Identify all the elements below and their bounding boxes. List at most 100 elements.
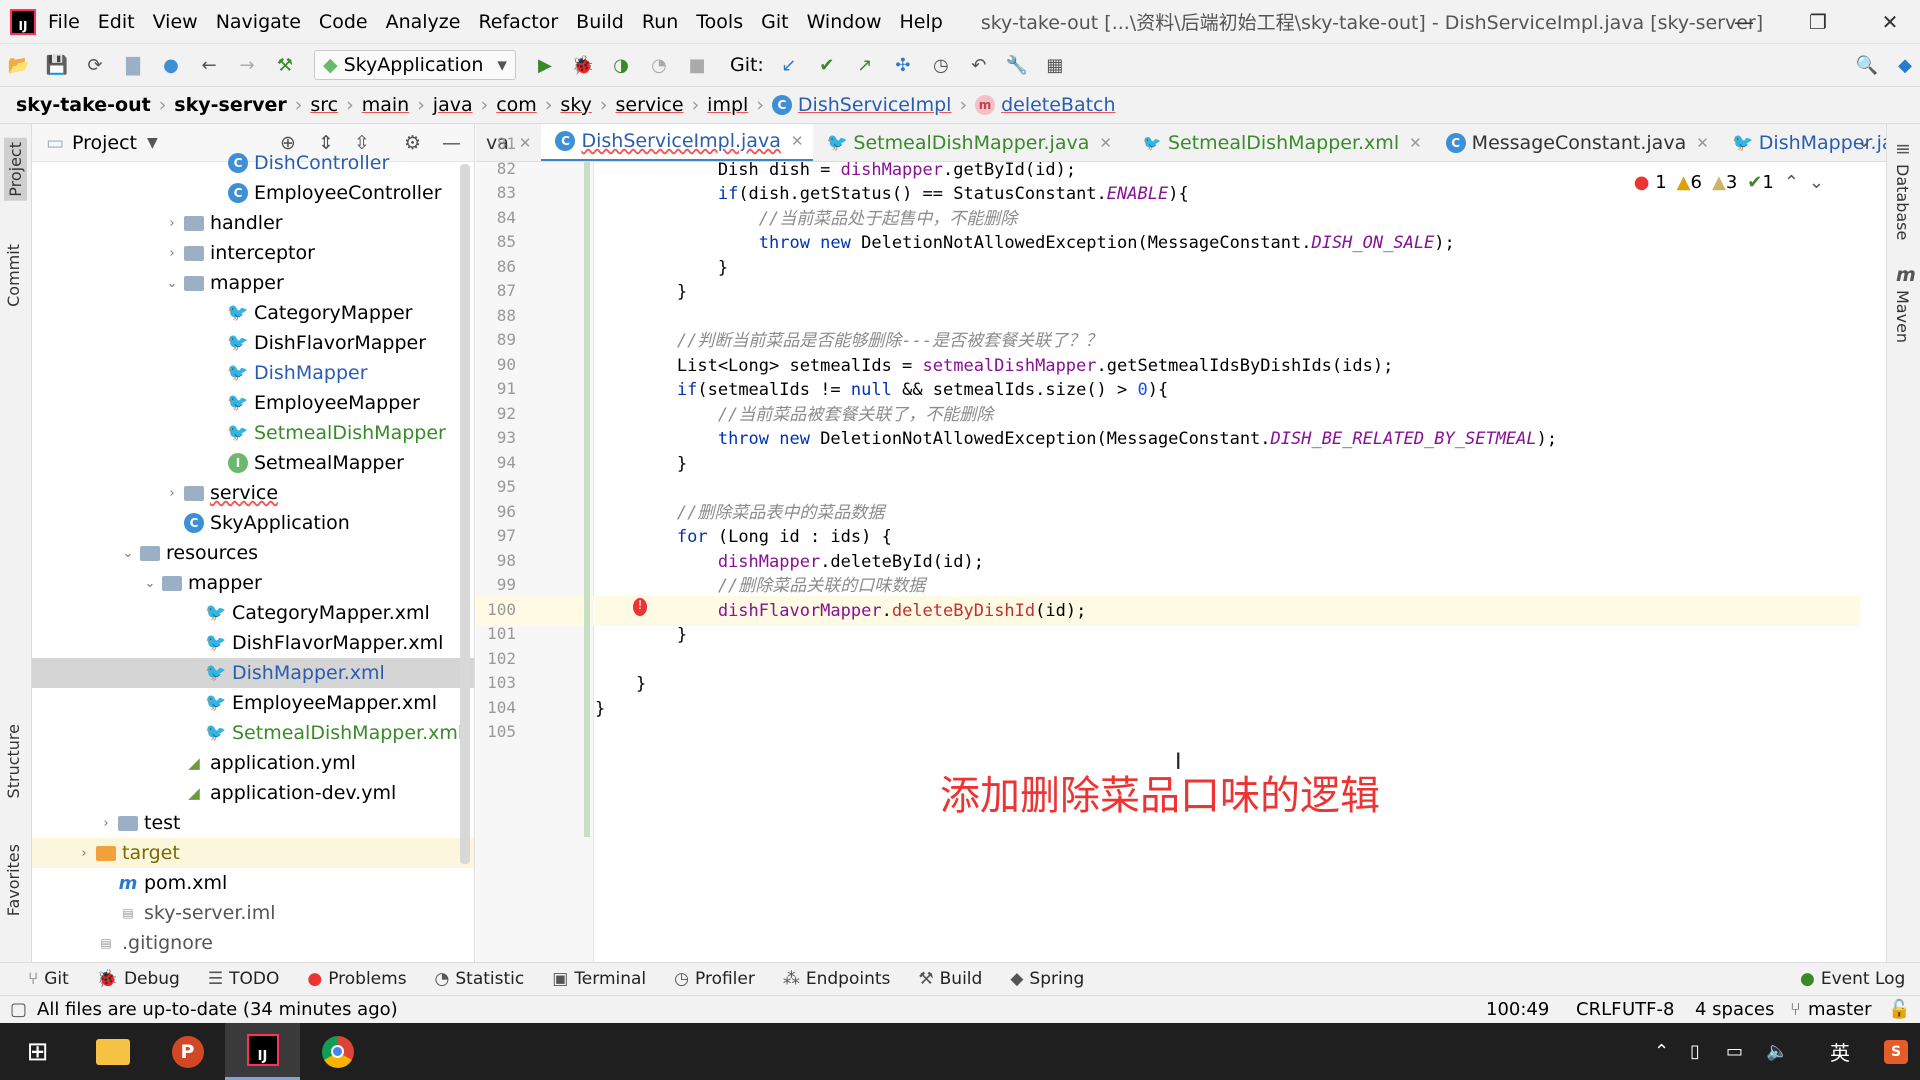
- chrome-icon[interactable]: [300, 1023, 375, 1080]
- tab-structure[interactable]: Structure: [4, 724, 23, 798]
- maven-icon[interactable]: m: [1896, 264, 1916, 286]
- expand-arrow-icon[interactable]: ›: [164, 246, 180, 261]
- menu-refactor[interactable]: Refactor: [478, 11, 558, 33]
- tree-item[interactable]: ⌄ mapper: [32, 568, 474, 598]
- close-tab-icon[interactable]: ✕: [1696, 134, 1709, 152]
- tab-spring[interactable]: ◆ Spring: [1010, 969, 1084, 989]
- tree-item[interactable]: ◢ application-dev.yml: [32, 778, 474, 808]
- tab-maven[interactable]: Maven: [1893, 290, 1912, 343]
- expand-arrow-icon[interactable]: ›: [76, 846, 92, 861]
- tree-item[interactable]: 🐦 CategoryMapper: [32, 298, 474, 328]
- tab-terminal[interactable]: ▣ Terminal: [552, 969, 646, 989]
- menu-analyze[interactable]: Analyze: [386, 11, 461, 33]
- tree-item[interactable]: C DishController: [32, 148, 474, 178]
- run-configuration-select[interactable]: ◆ SkyApplication ▾: [314, 50, 516, 80]
- tree-item[interactable]: 🐦 DishMapper: [32, 358, 474, 388]
- tree-item[interactable]: › target: [32, 838, 474, 868]
- tree-item[interactable]: 🐦 EmployeeMapper.xml: [32, 688, 474, 718]
- menu-git[interactable]: Git: [761, 11, 788, 33]
- tree-item[interactable]: 🐦 EmployeeMapper: [32, 388, 474, 418]
- tree-item[interactable]: C SkyApplication: [32, 508, 474, 538]
- history-icon[interactable]: ◷: [927, 51, 955, 79]
- build-hammer-icon[interactable]: ⚒: [271, 51, 299, 79]
- tree-item[interactable]: 🐦 DishFlavorMapper.xml: [32, 628, 474, 658]
- menu-run[interactable]: Run: [642, 11, 678, 33]
- close-tab-icon[interactable]: ✕: [1409, 134, 1422, 152]
- menu-navigate[interactable]: Navigate: [216, 11, 301, 33]
- breadcrumb-item[interactable]: impl: [707, 94, 748, 116]
- tree-item[interactable]: m pom.xml: [32, 868, 474, 898]
- menu-view[interactable]: View: [153, 11, 198, 33]
- project-scrollbar[interactable]: [460, 164, 470, 864]
- breadcrumb-item[interactable]: sky: [560, 94, 591, 116]
- run-icon[interactable]: ▶: [531, 51, 559, 79]
- expand-arrow-icon[interactable]: ›: [164, 486, 180, 501]
- tab-git[interactable]: ⑂ Git: [28, 969, 69, 989]
- expand-arrow-icon[interactable]: ⌄: [164, 276, 180, 291]
- close-tab-icon[interactable]: ✕: [791, 132, 804, 150]
- tree-item[interactable]: › test: [32, 808, 474, 838]
- tab-debug[interactable]: 🐞 Debug: [97, 969, 180, 989]
- editor-tab[interactable]: C MessageConstant.java ✕: [1432, 124, 1719, 161]
- close-button[interactable]: ✕: [1860, 0, 1920, 43]
- intellij-taskbar-icon[interactable]: IJ: [225, 1023, 300, 1080]
- git-branch[interactable]: master: [1808, 999, 1871, 1020]
- menu-edit[interactable]: Edit: [98, 11, 135, 33]
- caret-position[interactable]: 100:49: [1486, 999, 1549, 1020]
- tree-item[interactable]: ⌄ mapper: [32, 268, 474, 298]
- editor-tab[interactable]: 🐦 SetmealDishMapper.xml ✕: [1122, 124, 1432, 161]
- tab-problems[interactable]: ● Problems: [307, 969, 406, 989]
- breadcrumb-item[interactable]: m deleteBatch: [975, 94, 1116, 116]
- tab-favorites[interactable]: Favorites: [4, 844, 23, 916]
- tab-build[interactable]: ⚒ Build: [918, 969, 982, 989]
- tree-item[interactable]: 🐦 SetmealDishMapper: [32, 418, 474, 448]
- powerpoint-icon[interactable]: P: [150, 1023, 225, 1080]
- close-tab-icon[interactable]: ✕: [1099, 134, 1112, 152]
- editor-tab[interactable]: C DishServiceImpl.java ✕: [541, 124, 814, 161]
- open-folder-icon[interactable]: 📂: [5, 51, 33, 79]
- expand-arrow-icon[interactable]: ⌄: [142, 576, 158, 591]
- breadcrumb-item[interactable]: java: [433, 94, 473, 116]
- tab-statistic[interactable]: ◔ Statistic: [435, 969, 525, 989]
- sync-icon[interactable]: ⟳: [81, 51, 109, 79]
- menu-file[interactable]: File: [48, 11, 80, 33]
- expand-arrow-icon[interactable]: ⌄: [120, 546, 136, 561]
- coverage-icon[interactable]: ◑: [607, 51, 635, 79]
- debug-icon[interactable]: 🐞: [569, 51, 597, 79]
- indent-setting[interactable]: 4 spaces: [1695, 999, 1774, 1020]
- breadcrumb-item[interactable]: C DishServiceImpl: [771, 94, 951, 116]
- event-log-tab[interactable]: ● Event Log: [1800, 969, 1905, 989]
- git-commit-icon[interactable]: ✔: [813, 51, 841, 79]
- file-encoding[interactable]: UTF-8: [1622, 999, 1674, 1020]
- menu-code[interactable]: Code: [319, 11, 368, 33]
- tree-item[interactable]: 🐦 DishFlavorMapper: [32, 328, 474, 358]
- tree-item[interactable]: 🐦 CategoryMapper.xml: [32, 598, 474, 628]
- tree-item[interactable]: › service: [32, 478, 474, 508]
- code-editor[interactable]: ● 1 ▲6 ▲3 ✔1 ⌃ ⌄ for (Long id : ids) { D…: [595, 162, 1860, 962]
- lock-icon[interactable]: 🔓: [1888, 999, 1910, 1020]
- line-separator[interactable]: CRLF: [1576, 999, 1621, 1020]
- class-icon[interactable]: ●: [157, 51, 185, 79]
- tray-battery-icon[interactable]: ▯: [1690, 1041, 1700, 1062]
- tree-item[interactable]: I SetmealMapper: [32, 448, 474, 478]
- breadcrumb-item[interactable]: sky-server: [174, 94, 286, 116]
- breadcrumb-item[interactable]: com: [496, 94, 537, 116]
- minimize-button[interactable]: —: [1714, 0, 1774, 43]
- notification-icon[interactable]: S: [1884, 1039, 1908, 1064]
- ime-indicator[interactable]: 英: [1830, 1037, 1850, 1066]
- tab-database[interactable]: Database: [1893, 164, 1912, 240]
- tree-item[interactable]: › interceptor: [32, 238, 474, 268]
- close-tab-icon[interactable]: ✕: [519, 134, 532, 152]
- editor-tab[interactable]: 🐦 SetmealDishMapper.java ✕: [813, 124, 1122, 161]
- git-push-icon[interactable]: ↗: [851, 51, 879, 79]
- tab-project[interactable]: Project: [4, 138, 27, 201]
- tree-item[interactable]: ▤ .gitignore: [32, 928, 474, 958]
- menu-build[interactable]: Build: [576, 11, 624, 33]
- file-explorer-icon[interactable]: [75, 1023, 150, 1080]
- breadcrumb-item[interactable]: main: [362, 94, 409, 116]
- tree-item[interactable]: 🐦 DishMapper.xml: [32, 658, 474, 688]
- tab-list-chevron-icon[interactable]: ⌄: [1856, 130, 1872, 152]
- breadcrumb-item[interactable]: src: [310, 94, 338, 116]
- error-bulb-icon[interactable]: !: [633, 597, 647, 616]
- git-update-icon[interactable]: ↙: [775, 51, 803, 79]
